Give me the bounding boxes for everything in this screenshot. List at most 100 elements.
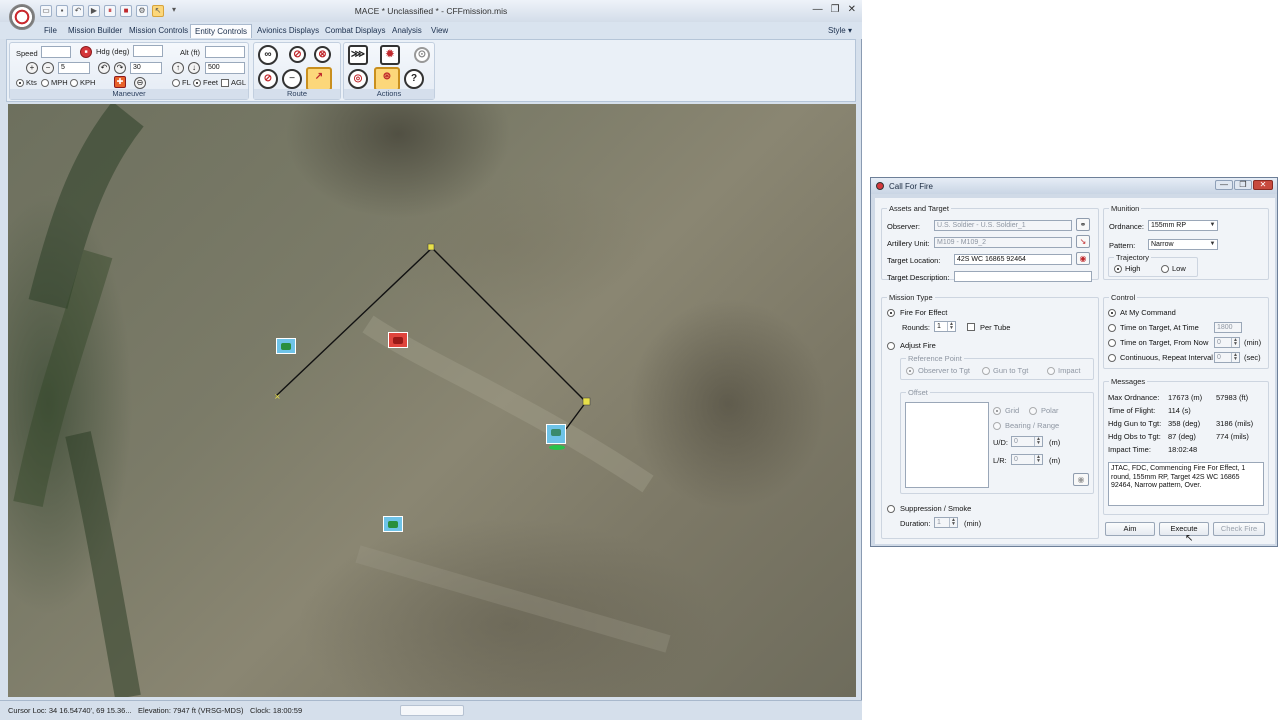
altitude-step-select[interactable]: 500: [205, 62, 245, 74]
observer-field[interactable]: U.S. Soldier - U.S. Soldier_1: [934, 220, 1072, 231]
trajectory-high-radio[interactable]: [1114, 265, 1122, 273]
heading-input[interactable]: [133, 45, 163, 57]
altitude-down-icon[interactable]: ↓: [188, 62, 200, 74]
spinner-arrows-icon[interactable]: ▲ ▼: [1034, 437, 1042, 446]
action-target-icon[interactable]: ◎: [348, 69, 368, 89]
per-tube-checkbox[interactable]: [967, 323, 975, 331]
ud-spinner[interactable]: 0 ▲ ▼: [1011, 436, 1043, 447]
action-call-for-fire-icon[interactable]: ⊛: [374, 67, 400, 91]
tot-from-now-radio[interactable]: [1108, 339, 1116, 347]
action-formation-icon[interactable]: ⋙: [348, 45, 368, 65]
menu-analysis[interactable]: Analysis: [388, 24, 426, 38]
stop-icon[interactable]: ■: [80, 46, 92, 58]
gun-to-target-radio[interactable]: [982, 367, 990, 375]
route-pause-icon[interactable]: −: [282, 69, 302, 89]
menu-entity-controls[interactable]: Entity Controls: [190, 24, 253, 38]
target-description-field[interactable]: [954, 271, 1092, 282]
speed-input[interactable]: [41, 46, 71, 58]
center-heading-icon[interactable]: ✚: [114, 76, 126, 88]
alt-feet-radio[interactable]: [193, 79, 201, 87]
offset-polar-radio[interactable]: [1029, 407, 1037, 415]
bearing-range-radio[interactable]: [993, 422, 1001, 430]
spinner-arrows-icon[interactable]: ▲ ▼: [1231, 338, 1239, 347]
style-menu[interactable]: Style ▾: [828, 26, 852, 35]
suppression-smoke-radio[interactable]: [887, 505, 895, 513]
hostile-unit[interactable]: [388, 332, 408, 348]
route-waypoint-marker[interactable]: ×: [274, 392, 281, 401]
trajectory-low-radio[interactable]: [1161, 265, 1169, 273]
artillery-select-icon[interactable]: ↘: [1076, 235, 1090, 248]
speed-decrease-icon[interactable]: −: [42, 62, 54, 74]
offset-apply-icon[interactable]: ◉: [1073, 473, 1089, 486]
unit-kts-radio[interactable]: [16, 79, 24, 87]
friendly-unit-artillery[interactable]: [546, 424, 566, 444]
ordnance-select[interactable]: 155mm RP ▼: [1148, 220, 1218, 231]
menu-file[interactable]: File: [40, 24, 61, 38]
heading-step-select[interactable]: 30: [130, 62, 162, 74]
spinner-arrows-icon[interactable]: ▲ ▼: [947, 322, 955, 331]
check-fire-button[interactable]: Check Fire: [1213, 522, 1265, 536]
level-icon[interactable]: ⊖: [134, 77, 146, 89]
alt-fl-radio[interactable]: [172, 79, 180, 87]
tot-at-time-radio[interactable]: [1108, 324, 1116, 332]
continuous-spinner[interactable]: 0 ▲ ▼: [1214, 352, 1240, 363]
unit-mph-radio[interactable]: [41, 79, 49, 87]
menu-combat-displays[interactable]: Combat Displays: [321, 24, 389, 38]
action-query-icon[interactable]: ?: [404, 69, 424, 89]
lr-spinner[interactable]: 0 ▲ ▼: [1011, 454, 1043, 465]
close-button[interactable]: ✕: [848, 4, 856, 15]
speed-increase-icon[interactable]: +: [26, 62, 38, 74]
impact-radio[interactable]: [1047, 367, 1055, 375]
dialog-restore-button[interactable]: ❐: [1234, 180, 1252, 190]
menu-mission-builder[interactable]: Mission Builder: [64, 24, 126, 38]
route-delete-icon[interactable]: ⊘: [289, 46, 306, 63]
adjust-fire-radio[interactable]: [887, 342, 895, 350]
tot-at-time-field[interactable]: 1800: [1214, 322, 1242, 333]
binoculars-icon[interactable]: ⚭: [1076, 218, 1090, 231]
friendly-unit-tank[interactable]: [276, 338, 296, 354]
map-view[interactable]: ×: [8, 104, 856, 697]
rounds-spinner[interactable]: 1 ▲ ▼: [934, 321, 956, 332]
altitude-input[interactable]: [205, 46, 245, 58]
tot-from-now-spinner[interactable]: 0 ▲ ▼: [1214, 337, 1240, 348]
menu-avionics-displays[interactable]: Avionics Displays: [253, 24, 323, 38]
speed-step-select[interactable]: 5: [58, 62, 90, 74]
pattern-select[interactable]: Narrow ▼: [1148, 239, 1218, 250]
route-link-icon[interactable]: ∞: [258, 45, 278, 65]
dialog-close-button[interactable]: ✕: [1253, 180, 1273, 190]
minimize-button[interactable]: —: [813, 4, 823, 15]
route-follow-icon[interactable]: ↗: [306, 67, 332, 91]
offset-grid-canvas[interactable]: [905, 402, 989, 488]
route-waypoint[interactable]: [582, 397, 591, 406]
continuous-radio[interactable]: [1108, 354, 1116, 362]
action-disabled-icon[interactable]: ⊙: [414, 47, 430, 63]
at-my-command-radio[interactable]: [1108, 309, 1116, 317]
spinner-arrows-icon[interactable]: ▲ ▼: [1231, 353, 1239, 362]
target-location-field[interactable]: 42S WC 16865 92464: [954, 254, 1072, 265]
route-line[interactable]: [275, 247, 587, 430]
dialog-minimize-button[interactable]: —: [1215, 180, 1233, 190]
route-waypoint[interactable]: [427, 243, 435, 251]
message-text-box[interactable]: JTAC, FDC, Commencing Fire For Effect, 1…: [1108, 462, 1264, 506]
spinner-arrows-icon[interactable]: ▲ ▼: [1034, 455, 1042, 464]
unit-kph-radio[interactable]: [70, 79, 78, 87]
alt-agl-checkbox[interactable]: [221, 79, 229, 87]
route-clear-icon[interactable]: ⊗: [314, 46, 331, 63]
menu-mission-controls[interactable]: Mission Controls: [125, 24, 192, 38]
route-add-icon[interactable]: ⊘: [258, 69, 278, 89]
execute-button[interactable]: Execute: [1159, 522, 1209, 536]
status-scrollbar[interactable]: [400, 705, 464, 716]
fire-for-effect-radio[interactable]: [887, 309, 895, 317]
friendly-unit-soldier[interactable]: [383, 516, 403, 532]
artillery-unit-field[interactable]: M109 - M109_2: [934, 237, 1072, 248]
action-fire-icon[interactable]: ✹: [380, 45, 400, 65]
aim-button[interactable]: Aim: [1105, 522, 1155, 536]
offset-grid-radio[interactable]: [993, 407, 1001, 415]
restore-button[interactable]: ❐: [831, 4, 840, 15]
target-pick-icon[interactable]: ◉: [1076, 252, 1090, 265]
app-logo[interactable]: [9, 4, 35, 30]
observer-to-target-radio[interactable]: [906, 367, 914, 375]
heading-left-icon[interactable]: ↶: [98, 62, 110, 74]
spinner-arrows-icon[interactable]: ▲ ▼: [949, 518, 957, 527]
menu-view[interactable]: View: [427, 24, 452, 38]
